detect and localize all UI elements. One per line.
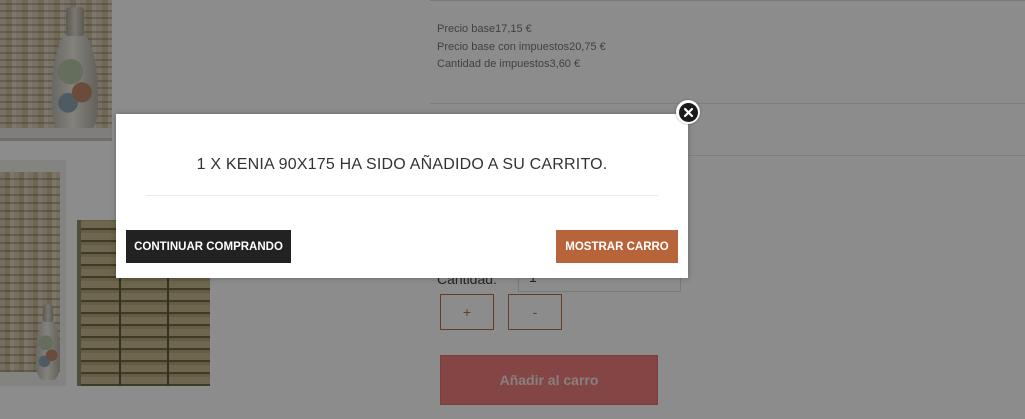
modal-close-button[interactable] [676,100,700,124]
modal-message: 1 X KENIA 90X175 HA SIDO AÑADIDO A SU CA… [196,156,608,173]
close-icon [678,102,698,122]
show-cart-button[interactable]: MOSTRAR CARRO [556,230,678,263]
product-page: Precio base17,15 € Precio base con impue… [0,0,1025,419]
modal-divider [146,195,658,196]
added-to-cart-modal: 1 X KENIA 90X175 HA SIDO AÑADIDO A SU CA… [116,114,688,278]
continue-shopping-button[interactable]: CONTINUAR COMPRANDO [126,230,291,263]
